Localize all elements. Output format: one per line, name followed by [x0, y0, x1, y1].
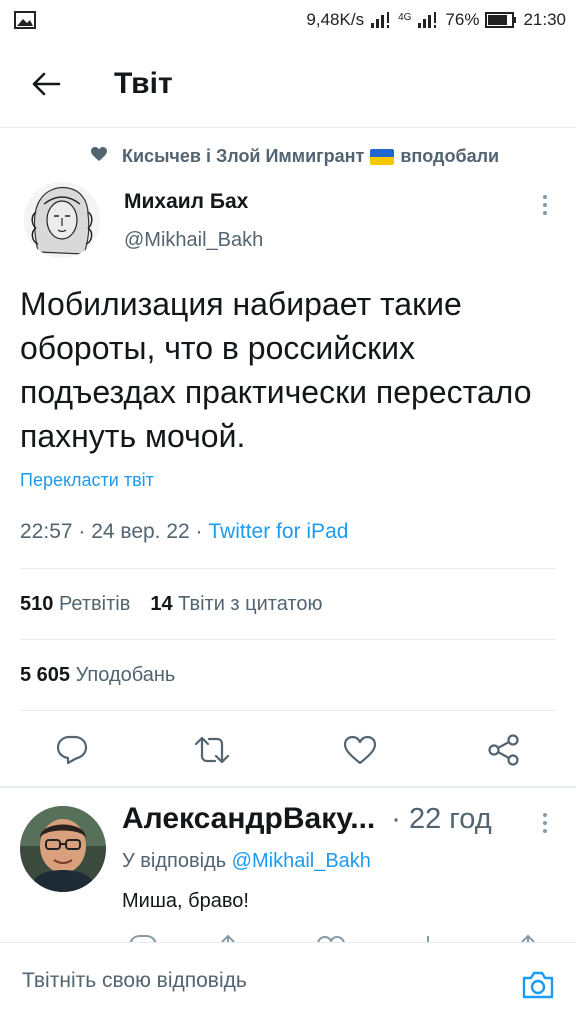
tweet-text: Мобилизация набирает такие обороты, что …	[20, 286, 532, 454]
ukraine-flag-icon	[370, 149, 395, 166]
battery-percent: 76%	[445, 10, 480, 29]
arrow-left-icon	[32, 72, 61, 95]
likes-stat[interactable]: 5 605 Уподобань	[20, 664, 175, 687]
tweet-stats: 510 Ретвітів 14 Твіти з цитатою	[20, 593, 322, 616]
reply-author-name[interactable]: АлександрВаку...	[122, 802, 375, 836]
divider	[20, 710, 556, 711]
tweet-actions	[0, 720, 576, 780]
social-context-text: Кисычев і Злой Иммигрант вподобали	[122, 146, 499, 167]
divider	[20, 639, 556, 640]
reply-to-mention[interactable]: @Mikhail_Bakh	[232, 850, 371, 872]
more-vertical-icon	[543, 813, 547, 833]
share-icon	[488, 734, 519, 766]
reply-time: · 22 год	[391, 803, 492, 835]
reply-more-options-button[interactable]	[530, 808, 560, 838]
quotes-stat[interactable]: 14 Твіти з цитатою	[150, 593, 322, 616]
reply-header: АлександрВаку... · 22 год	[122, 802, 532, 836]
divider	[20, 568, 556, 569]
gallery-notification-icon	[14, 11, 36, 29]
reply-icon	[56, 735, 88, 765]
heart-small-icon	[90, 146, 108, 167]
more-vertical-icon	[543, 195, 547, 215]
translate-tweet-link[interactable]: Перекласти твіт	[20, 470, 154, 491]
reply-to-line: У відповідь @Mikhail_Bakh	[122, 850, 371, 873]
reply-text: Миша, браво!	[122, 890, 249, 912]
camera-icon	[522, 971, 554, 999]
likers-names: Кисычев і Злой Иммигрант	[122, 146, 365, 166]
more-options-button[interactable]	[530, 190, 560, 220]
network-speed: 9,48K/s	[306, 10, 365, 29]
reply-input[interactable]: Твітніть свою відповідь	[22, 969, 247, 993]
signal-icon	[370, 11, 392, 29]
quotes-count: 14	[150, 593, 173, 615]
retweets-label: Ретвітів	[58, 593, 131, 615]
like-button[interactable]	[340, 732, 380, 768]
retweet-icon	[194, 736, 230, 764]
camera-button[interactable]	[518, 967, 558, 1003]
likes-count: 5 605	[20, 664, 71, 686]
tweet-timestamp: 22:57 · 24 вер. 22 · Twitter for iPad	[20, 520, 348, 544]
reply-to-label: У відповідь	[122, 850, 232, 872]
network-type-icon: 4G	[398, 12, 411, 23]
quotes-label: Твіти з цитатою	[178, 593, 323, 615]
network-type: 4G	[398, 12, 412, 23]
battery-icon	[485, 12, 517, 28]
reply-author-avatar[interactable]	[20, 806, 106, 892]
author-handle[interactable]: @Mikhail_Bakh	[124, 229, 263, 252]
liked-label: вподобали	[400, 146, 500, 166]
tweet-source-link[interactable]: Twitter for iPad	[208, 520, 348, 543]
header: Твіт	[0, 40, 576, 128]
author-avatar[interactable]	[24, 182, 100, 258]
signal-icon-secondary	[417, 11, 439, 29]
status-bar: 9,48K/s 4G 76% 21:30	[0, 0, 576, 40]
retweets-count: 510	[20, 593, 54, 615]
heart-icon	[343, 735, 377, 765]
compose-reply-bar: Твітніть свою відповідь	[0, 942, 576, 1024]
reply-button[interactable]	[52, 732, 92, 768]
retweets-stat[interactable]: 510 Ретвітів	[20, 593, 130, 616]
share-button[interactable]	[484, 732, 524, 768]
page-title: Твіт	[114, 66, 173, 100]
retweet-button[interactable]	[192, 732, 232, 768]
likes-label: Уподобань	[75, 664, 176, 686]
back-button[interactable]	[16, 54, 76, 114]
clock: 21:30	[523, 10, 566, 29]
author-name[interactable]: Михаил Бах	[124, 190, 248, 214]
social-context[interactable]: Кисычев і Злой Иммигрант вподобали	[90, 146, 499, 167]
section-divider	[0, 786, 576, 788]
tweet-time-date: 22:57 · 24 вер. 22 ·	[20, 520, 209, 543]
